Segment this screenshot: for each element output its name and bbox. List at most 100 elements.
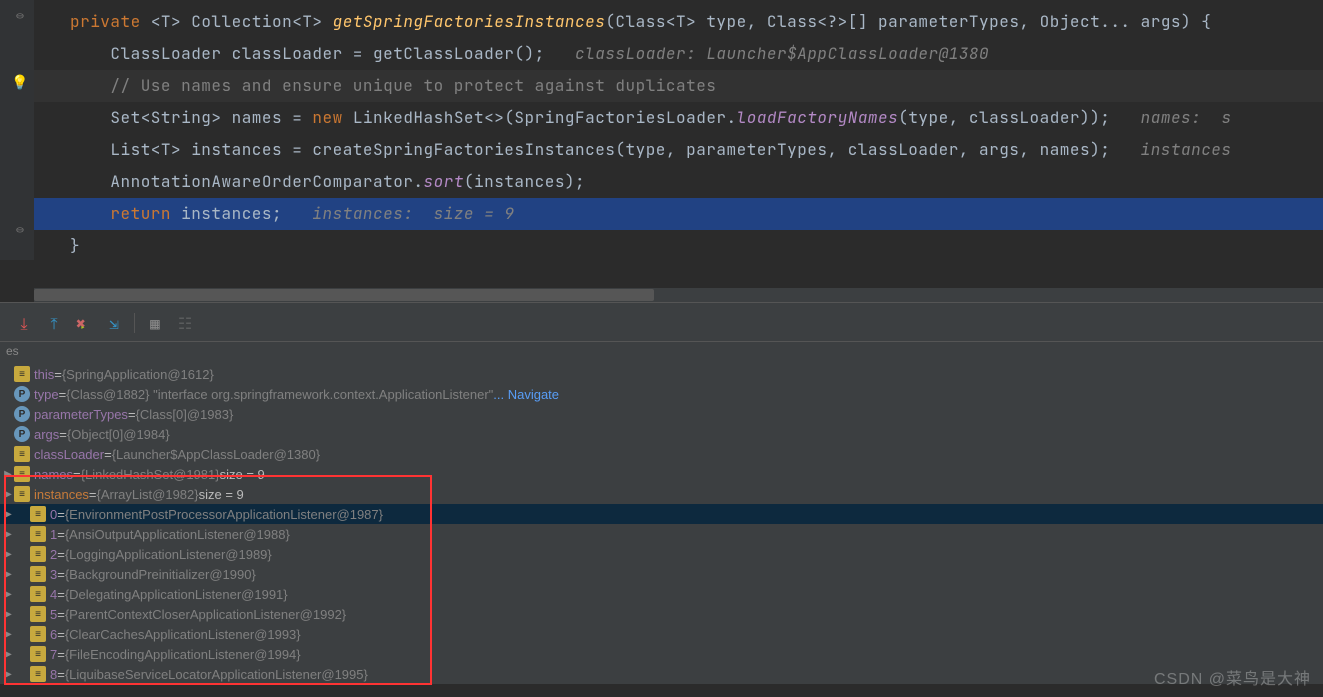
element-icon: ≡ — [30, 526, 46, 542]
variable-value: {Launcher$AppClassLoader@1380} — [112, 447, 320, 462]
variable-row[interactable]: ▶≡4 = {DelegatingApplicationListener@199… — [0, 584, 1323, 604]
variable-row[interactable]: ▶≡2 = {LoggingApplicationListener@1989} — [0, 544, 1323, 564]
code-line[interactable]: } — [34, 230, 1323, 262]
field-icon: ≡ — [14, 446, 30, 462]
code-line[interactable]: Set<String> names = new LinkedHashSet<>(… — [34, 102, 1323, 134]
variable-value: {BackgroundPreinitializer@1990} — [65, 567, 256, 582]
variable-name: 6 — [50, 627, 57, 642]
expand-arrow-icon[interactable]: ▶ — [2, 609, 14, 620]
variable-name: 8 — [50, 667, 57, 682]
variable-name: 1 — [50, 527, 57, 542]
variable-row[interactable]: ▶≡5 = {ParentContextCloserApplicationLis… — [0, 604, 1323, 624]
variable-name: 4 — [50, 587, 57, 602]
code-editor[interactable]: ⊖ 💡 ⊖ private <T> Collection<T> getSprin… — [0, 0, 1323, 302]
step-down-icon[interactable]: ⤓ — [14, 313, 34, 333]
variable-value: {FileEncodingApplicationListener@1994} — [65, 647, 301, 662]
debug-panel: ⤓ ⤒ ✖▸ ⇲ ▦ ☷ es ≡this = {SpringApplicati… — [0, 302, 1323, 684]
variable-value: {LoggingApplicationListener@1989} — [65, 547, 272, 562]
expand-arrow-icon[interactable]: ▶ — [2, 469, 14, 480]
expand-arrow-icon[interactable]: ▶ — [2, 549, 14, 560]
step-up-icon[interactable]: ⤒ — [44, 313, 64, 333]
field-icon: ≡ — [14, 466, 30, 482]
fold-icon[interactable]: ⊖ — [16, 9, 24, 22]
code-line[interactable]: AnnotationAwareOrderComparator.sort(inst… — [34, 166, 1323, 198]
expand-arrow-icon[interactable]: ▶ — [2, 569, 14, 580]
expand-arrow-icon[interactable]: ▶ — [2, 489, 14, 500]
scroll-thumb[interactable] — [34, 289, 654, 301]
code-line[interactable]: private <T> Collection<T> getSpringFacto… — [34, 6, 1323, 38]
element-icon: ≡ — [30, 566, 46, 582]
variable-name: classLoader — [34, 447, 104, 462]
variable-row[interactable]: Ptype = {Class@1882} "interface org.spri… — [0, 384, 1323, 404]
variable-row[interactable]: ▶≡6 = {ClearCachesApplicationListener@19… — [0, 624, 1323, 644]
expand-arrow-icon[interactable]: ▶ — [2, 589, 14, 600]
variable-name: 2 — [50, 547, 57, 562]
variable-value: {ParentContextCloserApplicationListener@… — [65, 607, 346, 622]
fold-icon[interactable]: ⊖ — [16, 223, 24, 236]
separator — [134, 313, 135, 333]
variable-value: {ClearCachesApplicationListener@1993} — [65, 627, 301, 642]
variable-value: {LinkedHashSet@1981} — [81, 467, 220, 482]
horizontal-scrollbar[interactable] — [34, 288, 1323, 302]
variable-value: {DelegatingApplicationListener@1991} — [65, 587, 288, 602]
expand-arrow-icon[interactable]: ▶ — [2, 629, 14, 640]
variable-name: names — [34, 467, 73, 482]
element-icon: ≡ — [30, 506, 46, 522]
expand-arrow-icon[interactable]: ▶ — [2, 509, 14, 520]
element-icon: ≡ — [30, 546, 46, 562]
code-line[interactable]: ClassLoader classLoader = getClassLoader… — [34, 38, 1323, 70]
variable-row[interactable]: ▶≡3 = {BackgroundPreinitializer@1990} — [0, 564, 1323, 584]
variable-value: {Object[0]@1984} — [67, 427, 170, 442]
grid-icon[interactable]: ▦ — [145, 313, 165, 333]
variable-row[interactable]: ▶≡7 = {FileEncodingApplicationListener@1… — [0, 644, 1323, 664]
field-icon: ≡ — [14, 486, 30, 502]
element-icon: ≡ — [30, 646, 46, 662]
variable-value: {LiquibaseServiceLocatorApplicationListe… — [65, 667, 368, 682]
param-icon: P — [14, 406, 30, 422]
variable-name: type — [34, 387, 59, 402]
list-icon[interactable]: ☷ — [175, 313, 195, 333]
expand-arrow-icon[interactable]: ▶ — [2, 669, 14, 680]
code-line[interactable]: // Use names and ensure unique to protec… — [34, 70, 1323, 102]
variable-row[interactable]: ▶≡0 = {EnvironmentPostProcessorApplicati… — [0, 504, 1323, 524]
variable-row[interactable]: ▶≡instances = {ArrayList@1982} size = 9 — [0, 484, 1323, 504]
element-icon: ≡ — [30, 606, 46, 622]
variable-name: this — [34, 367, 54, 382]
variable-row[interactable]: ▶≡8 = {LiquibaseServiceLocatorApplicatio… — [0, 664, 1323, 684]
variable-row[interactable]: PparameterTypes = {Class[0]@1983} — [0, 404, 1323, 424]
code-line[interactable]: List<T> instances = createSpringFactorie… — [34, 134, 1323, 166]
variable-name: 3 — [50, 567, 57, 582]
debug-toolbar: ⤓ ⤒ ✖▸ ⇲ ▦ ☷ — [0, 309, 1323, 342]
code-line-current[interactable]: return instances; instances: size = 9 — [34, 198, 1323, 230]
variables-view[interactable]: es ≡this = {SpringApplication@1612}Ptype… — [0, 342, 1323, 684]
variable-value: {AnsiOutputApplicationListener@1988} — [65, 527, 290, 542]
element-icon: ≡ — [30, 626, 46, 642]
variable-row[interactable]: ▶≡names = {LinkedHashSet@1981} size = 9 — [0, 464, 1323, 484]
variable-row[interactable]: ≡classLoader = {Launcher$AppClassLoader@… — [0, 444, 1323, 464]
bulb-icon[interactable]: 💡 — [11, 74, 28, 92]
field-icon: ≡ — [14, 366, 30, 382]
variables-tab[interactable]: es — [0, 342, 1323, 364]
variable-name: 5 — [50, 607, 57, 622]
variable-name: 7 — [50, 647, 57, 662]
variable-row[interactable]: Pargs = {Object[0]@1984} — [0, 424, 1323, 444]
watermark: CSDN @菜鸟是大神 — [1154, 665, 1311, 689]
variable-row[interactable]: ▶≡1 = {AnsiOutputApplicationListener@198… — [0, 524, 1323, 544]
variable-name: 0 — [50, 507, 57, 522]
variable-value: {Class[0]@1983} — [136, 407, 234, 422]
element-icon: ≡ — [30, 666, 46, 682]
editor-gutter: ⊖ 💡 ⊖ — [0, 0, 34, 260]
expand-arrow-icon[interactable]: ▶ — [2, 649, 14, 660]
mute-icon[interactable]: ✖▸ — [74, 313, 94, 333]
param-icon: P — [14, 426, 30, 442]
expand-arrow-icon[interactable]: ▶ — [2, 529, 14, 540]
element-icon: ≡ — [30, 586, 46, 602]
variable-value: {ArrayList@1982} — [97, 487, 199, 502]
navigate-link[interactable]: ... Navigate — [493, 387, 559, 402]
variable-name: parameterTypes — [34, 407, 128, 422]
variable-value: {SpringApplication@1612} — [62, 367, 214, 382]
variable-name: instances — [34, 487, 89, 502]
variable-row[interactable]: ≡this = {SpringApplication@1612} — [0, 364, 1323, 384]
filter-icon[interactable]: ⇲ — [104, 313, 124, 333]
variable-value: {Class@1882} "interface org.springframew… — [66, 387, 493, 402]
